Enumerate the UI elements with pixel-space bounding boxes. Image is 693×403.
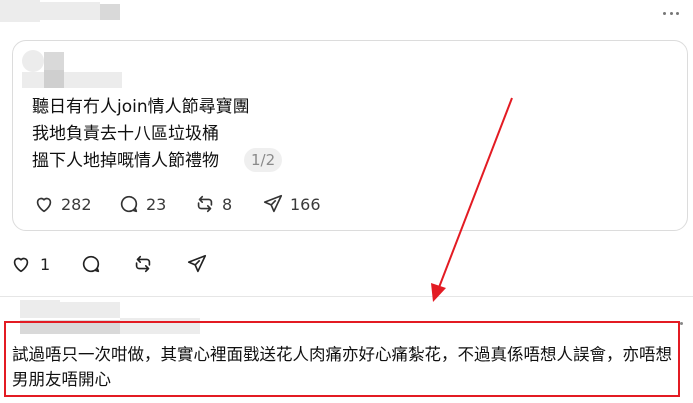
quoted-text-line-2: 我地負責去十八區垃圾桶 (32, 124, 219, 144)
quoted-username-blur (44, 52, 64, 72)
heart-icon (36, 197, 52, 213)
like-button[interactable]: 1 (10, 251, 50, 277)
reply-username-blur (60, 302, 120, 318)
repost-icon (135, 255, 151, 273)
quoted-avatar-blur (22, 50, 44, 72)
quoted-repost-count: 8 (222, 194, 233, 214)
quoted-meta-blur (22, 72, 122, 88)
quoted-meta-blur-2 (44, 70, 64, 88)
reply-text: 試過唔只一次咁做，其實心裡面戥送花人肉痛亦好心痛紮花，不過真係唔想人誤會，亦唔想… (12, 345, 672, 389)
quoted-like-count: 282 (61, 194, 92, 214)
quoted-reply-count: 23 (146, 194, 167, 214)
comment-icon (120, 195, 138, 213)
share-icon (263, 194, 283, 213)
quoted-share-count: 166 (290, 194, 321, 214)
repost-icon (197, 195, 213, 213)
comment-button[interactable] (80, 251, 102, 277)
quoted-reply-stat[interactable]: 23 (118, 192, 166, 216)
reply-menu-dot[interactable] (680, 322, 683, 325)
quoted-text-line-1: 聽日有冇人join情人節尋寶團 (32, 97, 250, 117)
repost-button[interactable] (132, 251, 154, 277)
quoted-repost-stat[interactable]: 8 (194, 192, 232, 216)
quoted-like-stat[interactable]: 282 (33, 192, 92, 216)
quoted-share-stat[interactable]: 166 (262, 192, 321, 216)
comment-icon (82, 255, 100, 273)
blurred-meta (100, 4, 120, 20)
divider (0, 296, 693, 297)
like-count: 1 (40, 254, 51, 274)
reply-avatar-blur (20, 300, 60, 318)
heart-icon (13, 257, 29, 273)
blurred-username (40, 2, 100, 20)
page-indicator[interactable]: 1/2 (244, 148, 283, 172)
share-button[interactable] (186, 251, 208, 277)
share-icon (187, 254, 207, 273)
blurred-avatar (0, 0, 40, 22)
quoted-text-line-3: 搵下人地掉嘅情人節禮物 (32, 151, 219, 171)
more-horizontal-icon[interactable] (663, 6, 679, 20)
